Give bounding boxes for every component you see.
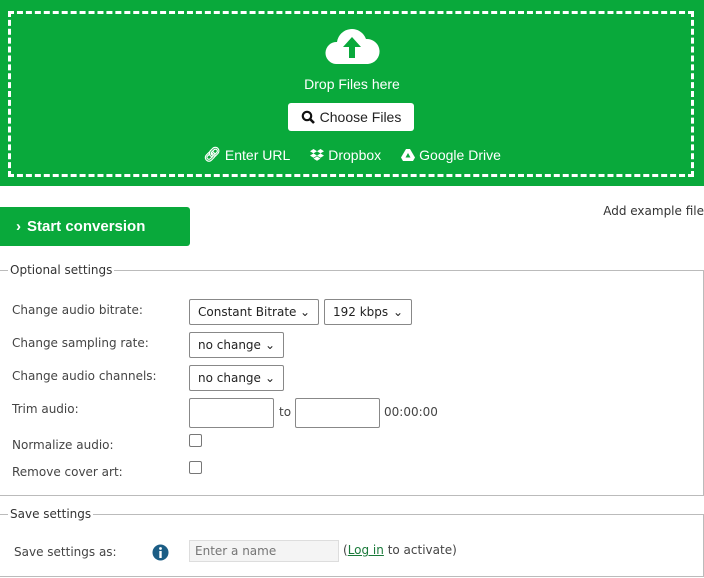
- bitrate-mode-select[interactable]: Constant Bitrate ⌄: [189, 299, 319, 325]
- google-drive-icon: [401, 148, 416, 161]
- chevron-right-icon: ›: [16, 218, 21, 235]
- start-conversion-button[interactable]: › Start conversion: [0, 207, 190, 246]
- trim-label: Trim audio:: [12, 402, 79, 416]
- bitrate-value-select[interactable]: 192 kbps ⌄: [324, 299, 412, 325]
- trim-end-input[interactable]: [295, 398, 380, 428]
- dropbox-button[interactable]: Dropbox: [310, 146, 381, 163]
- channels-label: Change audio channels:: [12, 369, 157, 383]
- chevron-down-icon: ⌄: [264, 371, 275, 385]
- add-example-file-link[interactable]: Add example file: [603, 204, 704, 218]
- optional-settings-legend: Optional settings: [10, 263, 113, 277]
- choose-files-label: Choose Files: [319, 109, 402, 125]
- save-settings: Save settings: [0, 507, 704, 577]
- chevron-down-icon: ⌄: [299, 305, 310, 319]
- trim-duration: 00:00:00: [384, 405, 438, 419]
- remove-cover-art-checkbox[interactable]: [189, 461, 202, 474]
- link-icon: 🔗︎: [203, 146, 221, 162]
- sampling-rate-select[interactable]: no change ⌄: [189, 332, 284, 358]
- chevron-down-icon: ⌄: [264, 338, 275, 352]
- save-settings-label: Save settings as:: [14, 545, 117, 559]
- dropbox-icon: [310, 148, 325, 161]
- google-drive-button[interactable]: Google Drive: [401, 146, 501, 163]
- drop-files-text: Drop Files here: [304, 76, 400, 92]
- enter-url-button[interactable]: 🔗︎ Enter URL: [203, 146, 290, 163]
- audio-channels-select[interactable]: no change ⌄: [189, 365, 284, 391]
- settings-name-input[interactable]: [189, 540, 339, 562]
- trim-start-input[interactable]: [189, 398, 274, 428]
- save-settings-legend: Save settings: [10, 507, 92, 521]
- cover-art-label: Remove cover art:: [12, 465, 123, 479]
- cloud-upload-icon: [325, 29, 380, 65]
- sampling-label: Change sampling rate:: [12, 336, 149, 350]
- bitrate-label: Change audio bitrate:: [12, 303, 143, 317]
- search-icon: [301, 110, 315, 124]
- normalize-checkbox[interactable]: [189, 434, 202, 447]
- info-icon[interactable]: [152, 544, 169, 561]
- normalize-label: Normalize audio:: [12, 438, 114, 452]
- chevron-down-icon: ⌄: [392, 305, 403, 319]
- login-note: (Log in to activate): [343, 543, 457, 557]
- choose-files-button[interactable]: Choose Files: [288, 103, 414, 131]
- file-drop-zone[interactable]: Drop Files here Choose Files 🔗︎ Enter URL…: [0, 0, 704, 186]
- trim-to-label: to: [279, 405, 292, 419]
- login-link[interactable]: Log in: [348, 543, 384, 557]
